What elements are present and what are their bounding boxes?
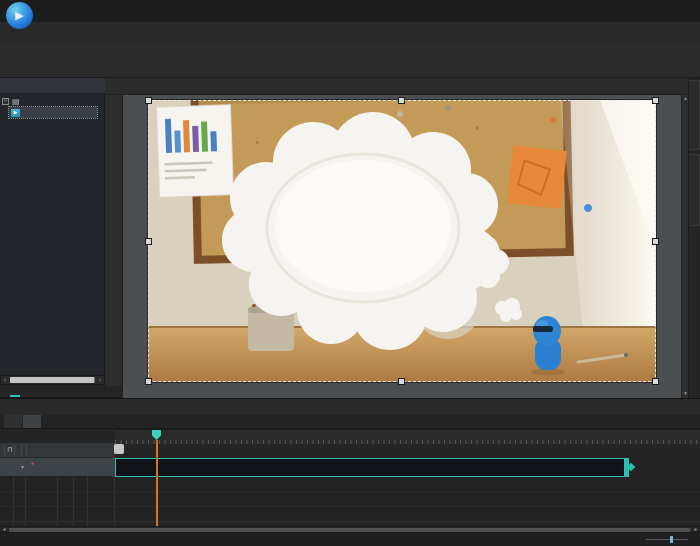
tree-collapse-icon[interactable]: − — [2, 98, 9, 105]
menu-bar — [0, 22, 700, 44]
menu-right-controls — [681, 22, 696, 44]
tab-objects-explorer[interactable] — [10, 386, 20, 397]
video-object-icon: ▶ — [11, 109, 20, 117]
tab-properties-window[interactable] — [689, 154, 700, 226]
video-clip-bar[interactable] — [115, 458, 625, 477]
scroll-left-icon[interactable]: ‹ — [1, 377, 9, 384]
tree-item-video[interactable]: ▶ — [9, 107, 97, 118]
scrollbar-thumb[interactable] — [9, 528, 691, 532]
scroll-right-icon[interactable]: › — [96, 377, 104, 384]
timeline-ruler[interactable] — [0, 429, 700, 443]
title-bar — [0, 0, 700, 22]
lock-icon[interactable]: ⊓ — [7, 446, 12, 454]
object-tools-strip — [105, 95, 123, 386]
resize-handle-se[interactable] — [652, 378, 659, 385]
clay-character — [533, 316, 561, 370]
resize-handle-e[interactable] — [652, 238, 659, 245]
canvas-vertical-scrollbar[interactable]: ▲ ▼ — [681, 95, 688, 398]
timeline-scrollbar-thumb[interactable] — [114, 444, 124, 454]
video-frame[interactable] — [148, 100, 656, 382]
layer-row[interactable]: ▾ ● — [0, 458, 115, 477]
blend-caret-icon[interactable]: ▾ — [21, 464, 24, 471]
tab-video-clip[interactable] — [23, 415, 41, 428]
vsdc-logo-icon: ▶ — [6, 2, 33, 29]
scene-canvas[interactable] — [123, 95, 681, 398]
playback-toolbar — [0, 398, 700, 415]
timeline-horizontal-scrollbar[interactable]: ◂ ▸ — [0, 526, 700, 533]
resize-handle-nw[interactable] — [145, 97, 152, 104]
resize-handle-ne[interactable] — [652, 97, 659, 104]
video-content — [148, 100, 656, 382]
resize-handle-n[interactable] — [398, 97, 405, 104]
scroll-right-icon[interactable]: ▸ — [692, 526, 700, 533]
resize-handle-sw[interactable] — [145, 378, 152, 385]
scrollbar-thumb[interactable] — [10, 377, 95, 383]
layers-column-header: ⊓ — [0, 443, 115, 458]
objects-explorer-tree: − ▤ ▶ — [0, 94, 105, 375]
explorer-tabs — [0, 386, 123, 398]
tab-scene-0[interactable] — [4, 415, 22, 428]
explorer-horizontal-scrollbar[interactable]: ‹ › — [0, 375, 105, 385]
scene-icon: ▤ — [12, 97, 20, 106]
tree-item-scene[interactable]: − ▤ — [0, 96, 104, 107]
right-panel-strip — [688, 78, 700, 398]
timeline-tabs — [0, 415, 700, 429]
record-dot-icon: ● — [31, 461, 34, 467]
window-controls — [626, 0, 698, 22]
resize-handle-s[interactable] — [398, 378, 405, 385]
tab-projects-explorer[interactable] — [0, 386, 10, 397]
objects-explorer-header — [0, 78, 105, 94]
edit-toolbar — [105, 78, 692, 95]
timeline-empty-area[interactable] — [0, 477, 700, 526]
tab-resources-window[interactable] — [689, 80, 700, 150]
playhead-line — [156, 440, 158, 526]
timeline-zoom-slider[interactable] — [646, 535, 688, 544]
vsdc-window: ▶ − ▤ ▶ ‹ › — [0, 0, 700, 546]
scroll-left-icon[interactable]: ◂ — [0, 526, 8, 533]
resize-handle-w[interactable] — [145, 238, 152, 245]
ribbon-toolbar — [0, 44, 700, 78]
status-bar — [0, 533, 700, 546]
